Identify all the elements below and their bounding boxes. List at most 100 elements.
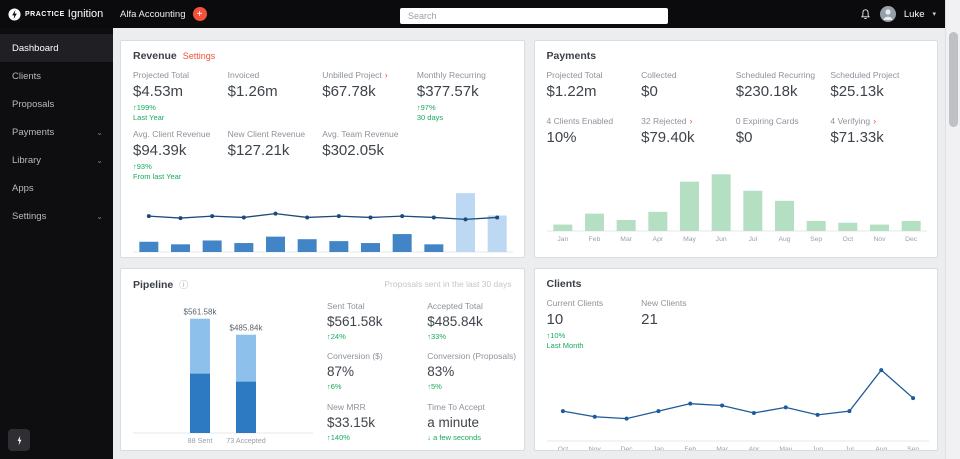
- chevron-down-icon: ⌄: [96, 128, 103, 137]
- metric-delta: ↑10%Last Month: [547, 331, 642, 351]
- metric-avg-client-revenue: Avg. Client Revenue $94.39k ↑93%From last …: [133, 129, 228, 182]
- metric-accepted-total: Accepted Total$485.84k↑33%: [427, 301, 511, 342]
- metric-delta-caption: Last Month: [547, 341, 642, 351]
- svg-text:Aug: Aug: [364, 257, 376, 258]
- svg-text:May: May: [683, 236, 696, 243]
- svg-text:Nov: Nov: [588, 446, 601, 451]
- metric-delta: ↑93%From last Year: [133, 162, 228, 182]
- metric-label: 4 Clients Enabled: [547, 116, 642, 126]
- metric-value: $71.33k: [830, 130, 925, 146]
- metric-value: $94.39k: [133, 143, 228, 159]
- sidebar-item-clients[interactable]: Clients: [0, 62, 113, 90]
- sidebar-item-library[interactable]: Library⌄: [0, 146, 113, 174]
- pipeline-card: Pipeline ⓘ Proposals sent in the last 30…: [120, 268, 525, 451]
- metric-label: Projected Total: [133, 70, 228, 80]
- svg-text:Aug: Aug: [875, 446, 887, 451]
- revenue-settings-link[interactable]: Settings: [183, 51, 216, 61]
- svg-text:$561.58k: $561.58k: [184, 308, 218, 317]
- svg-text:Jul: Jul: [748, 236, 757, 243]
- svg-text:May: May: [269, 257, 282, 258]
- user-menu-name[interactable]: Luke: [904, 9, 925, 20]
- metric-label: Avg. Client Revenue: [133, 129, 228, 139]
- sidebar-item-settings[interactable]: Settings⌄: [0, 202, 113, 230]
- page-scrollbar: [945, 0, 960, 459]
- metric-value: $302.05k: [322, 143, 417, 159]
- svg-text:Dec: Dec: [491, 257, 504, 258]
- pipeline-title: Pipeline: [133, 279, 173, 291]
- metric-new-clients: New Clients21: [641, 298, 736, 351]
- payments-bar-chart: JanFebMarAprMayJunJulAugSepOctNovDec: [547, 161, 927, 243]
- metric-label: Scheduled Project: [830, 70, 925, 80]
- scrollbar-thumb[interactable]: [949, 32, 958, 127]
- metric-0-expiring-cards: 0 Expiring Cards$0: [736, 116, 831, 146]
- user-avatar[interactable]: [880, 6, 896, 22]
- revenue-metrics-row-1: Projected Total$4.53m↑199%Last YearInvoi…: [133, 70, 512, 123]
- metric-label: Monthly Recurring: [417, 70, 512, 80]
- svg-text:Oct: Oct: [429, 257, 440, 258]
- svg-text:$485.84k: $485.84k: [230, 324, 264, 333]
- metric-value: $25.13k: [830, 84, 925, 100]
- metric-scheduled-recurring: Scheduled Recurring$230.18k: [736, 70, 831, 100]
- sidebar-item-payments[interactable]: Payments⌄: [0, 118, 113, 146]
- chevron-down-icon: ⌄: [96, 156, 103, 165]
- sidebar-item-label: Proposals: [12, 99, 54, 110]
- info-icon[interactable]: ⓘ: [179, 278, 188, 291]
- pipeline-bar-chart: $561.58k$485.84k88 Sent73 Accepted: [133, 299, 313, 445]
- account-name[interactable]: Alfa Accounting: [120, 9, 186, 20]
- metric-label: Projected Total: [547, 70, 642, 80]
- sidebar: Dashboard Clients Proposals Payments⌄Librar…: [0, 28, 113, 459]
- svg-text:Feb: Feb: [175, 257, 187, 258]
- cards-grid: Revenue Settings Projected Total$4.53m↑1…: [120, 40, 938, 451]
- svg-text:Jan: Jan: [652, 446, 663, 451]
- caret-down-icon[interactable]: ▾: [932, 10, 936, 18]
- metric-delta: ↓ a few seconds: [427, 433, 511, 443]
- chat-launcher[interactable]: [8, 429, 30, 451]
- metric-link-chevron-icon[interactable]: ›: [385, 70, 388, 80]
- search-container: [400, 6, 668, 24]
- metric-4-verifying: 4 Verifying›$71.33k: [830, 116, 925, 146]
- sidebar-item-label: Dashboard: [12, 43, 58, 54]
- svg-text:Dec: Dec: [905, 236, 918, 243]
- metric-delta-caption: 30 days: [417, 113, 512, 123]
- clients-title: Clients: [547, 278, 582, 290]
- metric-link-chevron-icon[interactable]: ›: [690, 116, 693, 126]
- metric-label: Collected: [641, 70, 736, 80]
- notifications-bell-icon[interactable]: [859, 8, 872, 21]
- metric-delta: ↑33%: [427, 332, 511, 342]
- metric-delta: ↑6%: [327, 382, 411, 392]
- metric-value: $79.40k: [641, 130, 736, 146]
- metric-new-mrr: New MRR$33.15k↑140%: [327, 402, 411, 443]
- metric-label: 32 Rejected›: [641, 116, 736, 126]
- sidebar-item-apps[interactable]: Apps: [0, 174, 113, 202]
- svg-text:Apr: Apr: [239, 257, 250, 258]
- sidebar-item-proposals[interactable]: Proposals: [0, 90, 113, 118]
- sidebar-nav: Dashboard Clients Proposals Payments⌄Librar…: [0, 34, 113, 230]
- metric-value: $377.57k: [417, 84, 512, 100]
- svg-text:Oct: Oct: [557, 446, 568, 451]
- metric-value: $0: [641, 84, 736, 100]
- metric-new-client-revenue: New Client Revenue$127.21k: [228, 129, 323, 182]
- add-button[interactable]: +: [193, 7, 207, 21]
- sidebar-item-dashboard[interactable]: Dashboard: [0, 34, 113, 62]
- metric-value: $1.26m: [228, 84, 323, 100]
- metric-link-chevron-icon[interactable]: ›: [873, 116, 876, 126]
- metric-label: Accepted Total: [427, 301, 511, 311]
- search-input[interactable]: [400, 8, 668, 24]
- metric-collected: Collected $0: [641, 70, 736, 100]
- revenue-card: Revenue Settings Projected Total$4.53m↑1…: [120, 40, 525, 258]
- metric-label: Sent Total: [327, 301, 411, 311]
- pipeline-metrics-grid: Sent Total$561.58k↑24%Accepted Total$485…: [327, 299, 512, 445]
- metric-delta: ↑97%30 days: [417, 103, 512, 123]
- metric-label: Unbilled Project›: [322, 70, 417, 80]
- metric-delta: ↑5%: [427, 382, 511, 392]
- svg-text:Mar: Mar: [206, 257, 218, 258]
- metric-delta-caption: Last Year: [133, 113, 228, 123]
- metric-monthly-recurring: Monthly Recurring $377.57k ↑97%30 days: [417, 70, 512, 123]
- svg-text:Sep: Sep: [396, 257, 408, 258]
- topbar: PRACTICE Ignition Alfa Accounting + Luke…: [0, 0, 960, 28]
- svg-text:Apr: Apr: [652, 236, 663, 243]
- metric-unbilled-project: Unbilled Project›$67.78k: [322, 70, 417, 123]
- brand-logo[interactable]: PRACTICE Ignition: [8, 8, 112, 21]
- metric-value: $230.18k: [736, 84, 831, 100]
- revenue-metrics-row-2: Avg. Client Revenue $94.39k ↑93%From last …: [133, 129, 512, 182]
